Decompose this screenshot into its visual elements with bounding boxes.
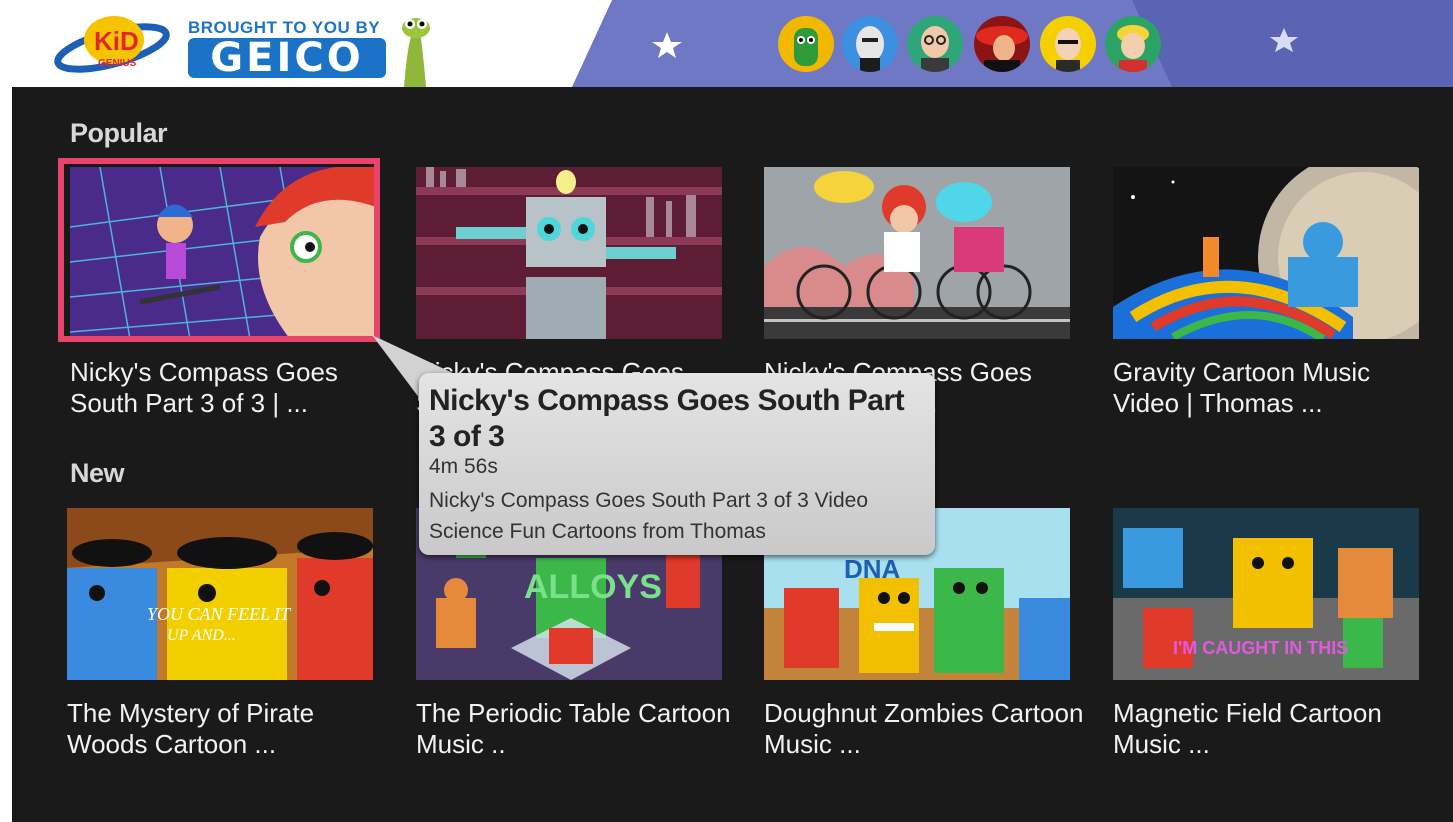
svg-text:KiD: KiD (94, 26, 139, 56)
video-title: Nicky's Compass Goes South Part 3 of 3 |… (70, 357, 338, 418)
svg-text:UP AND...: UP AND... (167, 627, 236, 644)
tooltip-duration: 4m 56s (429, 455, 498, 478)
video-title: Magnetic Field Cartoon Music ... (1113, 698, 1382, 759)
svg-text:ALLOYS: ALLOYS (524, 568, 662, 606)
selection-highlight (58, 158, 380, 342)
video-thumbnail: YOU CAN FEEL IT UP AND... (67, 508, 373, 680)
character-avatar-professor (842, 16, 898, 72)
video-thumbnail (416, 167, 722, 339)
character-avatar-yellow (1040, 16, 1096, 72)
character-avatar-green (778, 16, 834, 72)
video-title: The Mystery of Pirate Woods Cartoon ... (67, 698, 315, 759)
header-bar: KiD GENIUS BROUGHT TO YOU BY GEICO (12, 0, 1453, 87)
character-avatar-blond-boy (1105, 16, 1161, 72)
video-thumbnail: I'M CAUGHT IN THIS (1113, 508, 1419, 680)
video-details-tooltip: Nicky's Compass Goes South Part 3 of 3 4… (419, 373, 935, 555)
gecko-mascot-icon (402, 18, 430, 87)
tv-app-screen: KiD GENIUS BROUGHT TO YOU BY GEICO Popul… (12, 0, 1453, 822)
tooltip-description: Nicky's Compass Goes South Part 3 of 3 V… (429, 489, 869, 543)
video-title: Doughnut Zombies Cartoon Music ... (764, 698, 1084, 759)
svg-text:GENIUS: GENIUS (98, 58, 137, 69)
character-avatar-glasses-man (907, 16, 963, 72)
video-title: Gravity Cartoon Music Video | Thomas ... (1113, 357, 1371, 418)
section-title-popular: Popular (70, 118, 168, 148)
sponsor-logo: GEICO (188, 38, 386, 78)
video-thumbnail (764, 167, 1070, 339)
svg-text:YOU CAN FEEL IT: YOU CAN FEEL IT (147, 604, 292, 624)
svg-text:I'M CAUGHT IN THIS: I'M CAUGHT IN THIS (1173, 638, 1348, 658)
tooltip-title: Nicky's Compass Goes South Part 3 of 3 (429, 384, 905, 453)
video-thumbnail (1113, 167, 1419, 339)
section-title-new: New (70, 458, 125, 488)
video-title: The Periodic Table Cartoon Music .. (416, 698, 731, 759)
kid-genius-logo: KiD GENIUS (54, 16, 170, 73)
character-avatar-red-hat (974, 16, 1030, 72)
